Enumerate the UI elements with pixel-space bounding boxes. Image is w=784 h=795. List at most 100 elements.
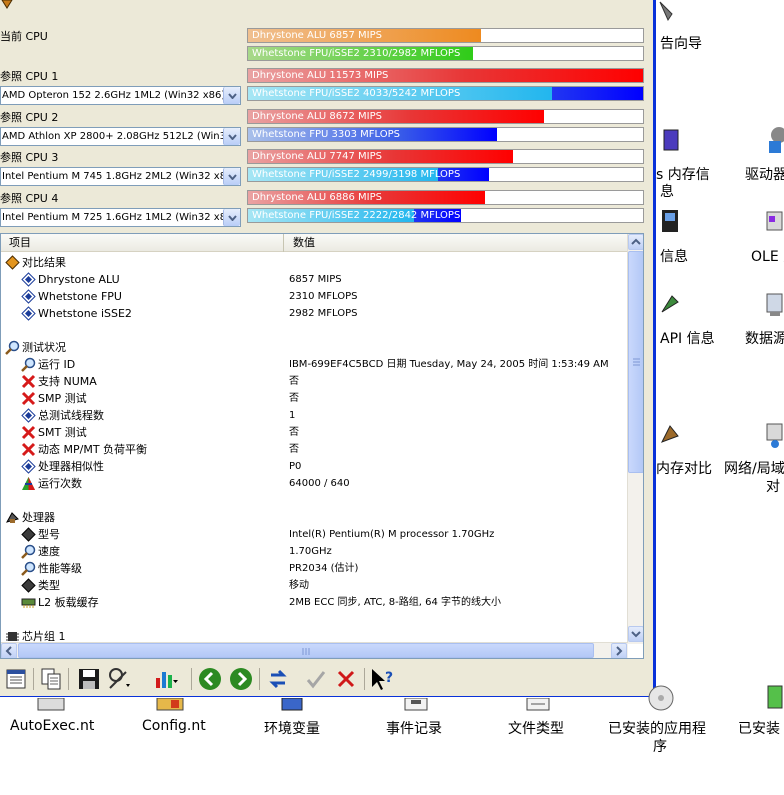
- horizontal-scroll-thumb[interactable]: [18, 643, 594, 658]
- refresh-icon[interactable]: [265, 666, 291, 692]
- desktop-label-installed[interactable]: 已安装: [738, 718, 780, 738]
- desktop-label-drivers[interactable]: 驱动器: [745, 164, 784, 184]
- installed-icon[interactable]: [766, 682, 784, 712]
- desktop-label-installed-apps-2[interactable]: 序: [653, 736, 667, 756]
- list-item[interactable]: 型号 Intel(R) Pentium(R) M processor 1.70GH…: [1, 526, 628, 543]
- blank-row: [1, 611, 628, 628]
- autoexec-file-icon[interactable]: [36, 698, 66, 712]
- api-info-icon[interactable]: [660, 292, 680, 318]
- back-arrow-icon[interactable]: [197, 666, 223, 692]
- file-types-icon[interactable]: [525, 698, 551, 712]
- chart-icon[interactable]: [153, 666, 179, 692]
- list-item[interactable]: SMP 测试 否: [1, 390, 628, 407]
- dropdown-arrow-button[interactable]: [223, 209, 240, 226]
- reference-cpu-select-value: AMD Athlon XP 2800+ 2.08GHz 512L2 (Win32: [2, 131, 224, 142]
- current-cpu-label: 当前 CPU: [0, 30, 48, 43]
- item-label: 运行 ID: [38, 358, 76, 371]
- list-item[interactable]: 总测试线程数 1: [1, 407, 628, 424]
- desktop-label-event-log[interactable]: 事件记录: [386, 718, 442, 738]
- section-header-row[interactable]: 处理器: [1, 509, 628, 526]
- memory-compare-icon[interactable]: [660, 422, 680, 448]
- report-icon[interactable]: [4, 666, 30, 692]
- event-log-icon[interactable]: [403, 698, 429, 712]
- list-item[interactable]: 速度 1.70GHz: [1, 543, 628, 560]
- reference-cpu-select-value: Intel Pentium M 745 1.8GHz 2ML2 (Win32 x…: [2, 171, 224, 182]
- help-icon[interactable]: ?: [369, 666, 395, 692]
- installed-apps-icon[interactable]: [646, 684, 676, 712]
- list-item[interactable]: Whetstone FPU 2310 MFLOPS: [1, 288, 628, 305]
- list-item[interactable]: SMT 测试 否: [1, 424, 628, 441]
- reference-cpu-select[interactable]: Intel Pentium M 745 1.8GHz 2ML2 (Win32 x…: [0, 167, 241, 186]
- desktop-label-network[interactable]: 网络/局域: [724, 458, 784, 478]
- desktop-label-config[interactable]: Config.nt: [142, 718, 206, 734]
- drivers-icon[interactable]: [765, 125, 784, 155]
- desktop-label-ole[interactable]: OLE 对: [751, 246, 784, 266]
- checkmark-icon[interactable]: [303, 666, 329, 692]
- scroll-left-button[interactable]: [1, 643, 17, 658]
- desktop-label-info[interactable]: 信息: [660, 246, 688, 266]
- list-item[interactable]: 类型 移动: [1, 577, 628, 594]
- reference-cpu-select[interactable]: Intel Pentium M 725 1.6GHz 1ML2 (Win32 x…: [0, 208, 241, 227]
- scroll-right-button[interactable]: [611, 643, 627, 658]
- diamond-blue-icon: [21, 459, 36, 474]
- desktop-label-environment[interactable]: 环境变量: [264, 718, 320, 738]
- scroll-up-button[interactable]: [628, 234, 643, 250]
- desktop-label-memory-compare[interactable]: 内存对比: [656, 458, 712, 478]
- save-icon[interactable]: [76, 666, 102, 692]
- network-icon[interactable]: [765, 420, 784, 450]
- vertical-scroll-thumb[interactable]: [628, 251, 643, 473]
- list-item[interactable]: L2 板载缓存 2MB ECC 同步, ATC, 8-路组, 64 字节的线大小: [1, 594, 628, 611]
- list-item[interactable]: 性能等级 PR2034 (估计): [1, 560, 628, 577]
- desktop-label-api-info[interactable]: API 信息: [660, 328, 715, 348]
- diamond-orange-icon: [5, 255, 20, 270]
- dropdown-arrow-button[interactable]: [223, 168, 240, 185]
- section-header-row[interactable]: 对比结果: [1, 254, 628, 271]
- red-x-icon: [21, 442, 36, 457]
- chevron-right-icon: [616, 646, 623, 656]
- item-value: 否: [289, 393, 299, 404]
- list-item[interactable]: 动态 MP/MT 负荷平衡 否: [1, 441, 628, 458]
- dropdown-arrow-button[interactable]: [223, 87, 240, 104]
- vertical-scrollbar[interactable]: [627, 234, 643, 644]
- desktop-label-report-wizard[interactable]: 告向导: [660, 33, 702, 53]
- list-item[interactable]: Whetstone iSSE2 2982 MFLOPS: [1, 305, 628, 322]
- memory-chip-icon: [21, 598, 36, 608]
- item-value: 移动: [289, 580, 309, 591]
- reference-cpu-select[interactable]: AMD Athlon XP 2800+ 2.08GHz 512L2 (Win32: [0, 127, 241, 146]
- database-icon[interactable]: [765, 290, 784, 320]
- stop-icon[interactable]: [333, 666, 359, 692]
- ole-icon[interactable]: [765, 208, 784, 236]
- list-header: 项目 数值: [1, 234, 628, 252]
- horizontal-scrollbar[interactable]: [1, 642, 628, 658]
- benchmark-settings-icon[interactable]: [106, 666, 132, 692]
- item-label: 速度: [38, 545, 60, 558]
- reference-cpu-select[interactable]: AMD Opteron 152 2.6GHz 1ML2 (Win32 x86): [0, 86, 241, 105]
- system-info-icon[interactable]: [660, 208, 680, 236]
- list-item[interactable]: 运行 ID IBM-699EF4C5BCD 日期 Tuesday, May 24,…: [1, 356, 628, 373]
- list-item[interactable]: 支持 NUMA 否: [1, 373, 628, 390]
- chevron-down-icon: [228, 134, 237, 140]
- column-header-value[interactable]: 数值: [285, 234, 628, 252]
- environment-vars-icon[interactable]: [280, 698, 304, 712]
- chevron-up-icon: [631, 238, 641, 245]
- desktop-label-network-2[interactable]: 对: [766, 476, 780, 496]
- wizard-icon[interactable]: [658, 0, 678, 24]
- desktop-label-data-source[interactable]: 数据源: [745, 328, 784, 348]
- desktop-label-installed-apps[interactable]: 已安装的应用程: [608, 718, 706, 738]
- section-header-row[interactable]: 测试状况: [1, 339, 628, 356]
- copy-icon[interactable]: [38, 666, 64, 692]
- desktop-label-memory-info-2[interactable]: 息: [660, 181, 674, 201]
- results-list-view[interactable]: 项目 数值 对比结果 Dhrystone ALU 6857 MIPS Whetston…: [0, 233, 644, 659]
- scroll-down-button[interactable]: [628, 626, 643, 642]
- list-item[interactable]: 处理器相似性 P0: [1, 458, 628, 475]
- forward-arrow-icon[interactable]: [228, 666, 254, 692]
- item-label: 总测试线程数: [38, 409, 104, 422]
- desktop-label-file-types[interactable]: 文件类型: [508, 718, 564, 738]
- dropdown-arrow-button[interactable]: [223, 128, 240, 145]
- list-item[interactable]: Dhrystone ALU 6857 MIPS: [1, 271, 628, 288]
- memory-info-icon[interactable]: [660, 128, 682, 154]
- config-file-icon[interactable]: [155, 698, 185, 712]
- column-header-item[interactable]: 项目: [1, 234, 284, 252]
- list-item[interactable]: 运行次数 64000 / 640: [1, 475, 628, 492]
- desktop-label-autoexec[interactable]: AutoExec.nt: [10, 718, 94, 734]
